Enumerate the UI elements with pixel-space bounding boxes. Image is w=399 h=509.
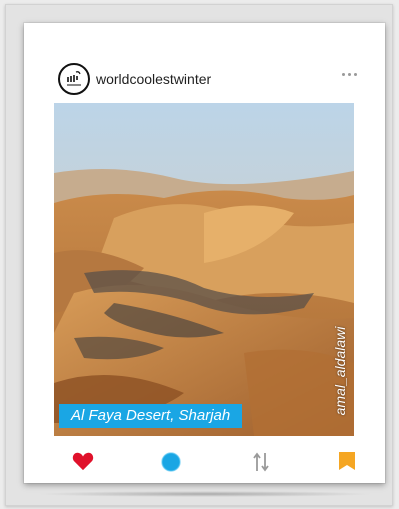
comment-circle-icon[interactable] (160, 451, 182, 478)
avatar[interactable] (58, 63, 90, 95)
post-frame: worldcoolestwinter amal_aldalawi Al Faya… (5, 4, 393, 506)
desert-photo-image (54, 103, 354, 436)
location-caption: Al Faya Desert, Sharjah (59, 404, 243, 428)
emirates-logo-icon (67, 71, 81, 86)
more-dots-icon[interactable] (342, 73, 357, 76)
card-shadow (36, 491, 374, 497)
photo-credit-text: amal_aldalawi (332, 326, 348, 416)
post-card: worldcoolestwinter amal_aldalawi Al Faya… (24, 23, 385, 483)
bookmark-icon[interactable] (338, 451, 356, 476)
post-header: worldcoolestwinter (24, 23, 385, 103)
username[interactable]: worldcoolestwinter (96, 71, 211, 87)
heart-icon[interactable] (72, 451, 94, 476)
action-bar (24, 443, 385, 481)
photo-credit: amal_aldalawi (332, 311, 350, 431)
post-photo[interactable]: amal_aldalawi Al Faya Desert, Sharjah (54, 103, 354, 436)
share-arrows-icon[interactable] (252, 451, 270, 478)
